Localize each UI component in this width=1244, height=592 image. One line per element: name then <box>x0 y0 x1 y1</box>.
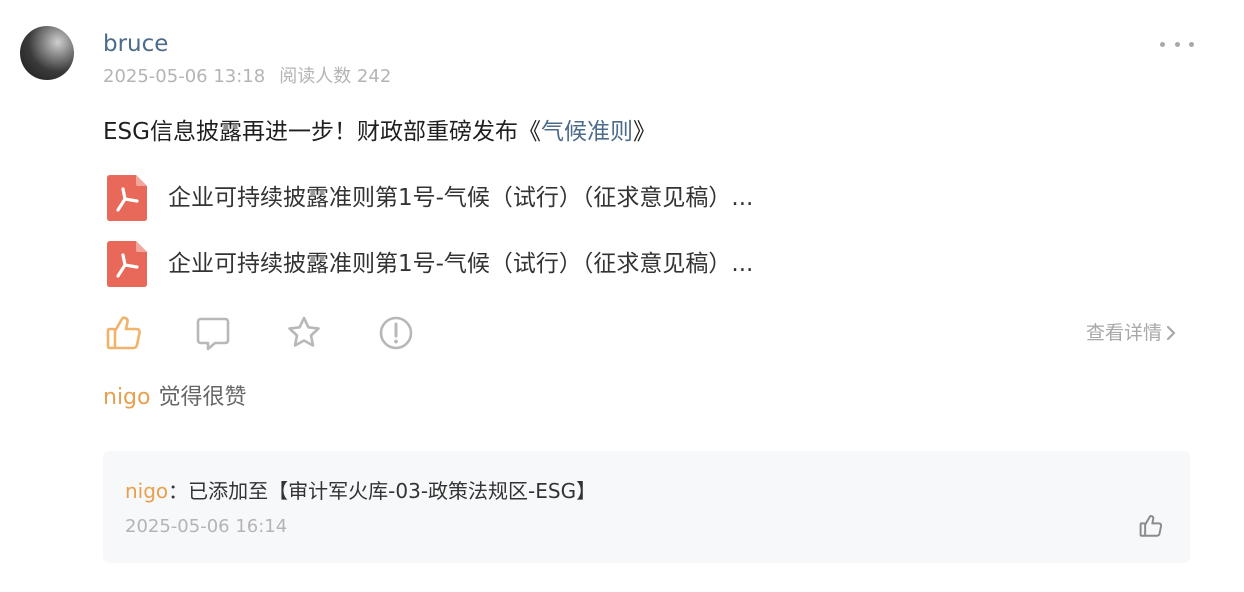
post-meta: 2025-05-06 13:18 阅读人数 242 <box>103 65 391 89</box>
attachment-name: 企业可持续披露准则第1号-气候（试行）（征求意见稿）... <box>168 251 754 277</box>
comment-author[interactable]: nigo <box>125 479 168 503</box>
more-dot-icon <box>1189 41 1194 47</box>
chevron-right-icon <box>1166 325 1176 341</box>
attachment-name: 企业可持续披露准则第1号-气候（试行）（征求意见稿）... <box>168 185 754 211</box>
more-dot-icon <box>1174 41 1180 47</box>
pdf-icon <box>103 241 149 287</box>
likes-text: 觉得很赞 <box>158 385 247 410</box>
more-dot-icon <box>1160 41 1165 47</box>
comment-content: nigo：已添加至【审计军火库-03-政策法规区-ESG】 <box>125 477 596 505</box>
comment-button[interactable] <box>193 313 233 353</box>
comment-time: 2025-05-06 16:14 <box>125 516 288 537</box>
comment-box: nigo：已添加至【审计军火库-03-政策法规区-ESG】 2025-05-06… <box>103 451 1190 563</box>
post-content: ESG信息披露再进一步！财政部重磅发布《气候准则》 <box>103 116 656 148</box>
read-count: 阅读人数 242 <box>279 66 392 87</box>
view-details-label: 查看详情 <box>1086 322 1163 344</box>
favorite-button[interactable] <box>284 313 324 353</box>
like-button[interactable] <box>104 313 144 353</box>
comment-text: 已添加至【审计军火库-03-政策法规区-ESG】 <box>188 479 597 503</box>
exclamation-icon <box>379 316 413 350</box>
pdf-icon <box>103 175 149 221</box>
more-options-button[interactable] <box>1160 32 1194 56</box>
attachment-item[interactable]: 企业可持续披露准则第1号-气候（试行）（征求意见稿）... <box>103 239 753 289</box>
attachment-item[interactable]: 企业可持续披露准则第1号-气候（试行）（征求意见稿）... <box>103 173 753 223</box>
view-details-link[interactable]: 查看详情 <box>1086 320 1176 346</box>
likes-summary: nigo 觉得很赞 <box>103 383 247 413</box>
report-button[interactable] <box>377 313 417 353</box>
post-link[interactable]: 气候准则 <box>541 119 633 145</box>
comment-like-button[interactable] <box>1138 513 1164 539</box>
star-icon <box>288 316 320 347</box>
post-text-prefix: ESG信息披露再进一步！财政部重磅发布《 <box>103 119 541 145</box>
author-name[interactable]: bruce <box>103 30 168 58</box>
thumbs-up-icon <box>1139 515 1163 537</box>
comment-icon <box>196 317 230 351</box>
liker-name[interactable]: nigo <box>103 385 150 410</box>
post-date: 2025-05-06 13:18 <box>103 66 266 87</box>
thumbs-up-icon <box>106 316 141 350</box>
avatar[interactable] <box>20 26 74 80</box>
post-text-suffix: 》 <box>632 119 656 145</box>
comment-separator: ： <box>168 479 189 503</box>
